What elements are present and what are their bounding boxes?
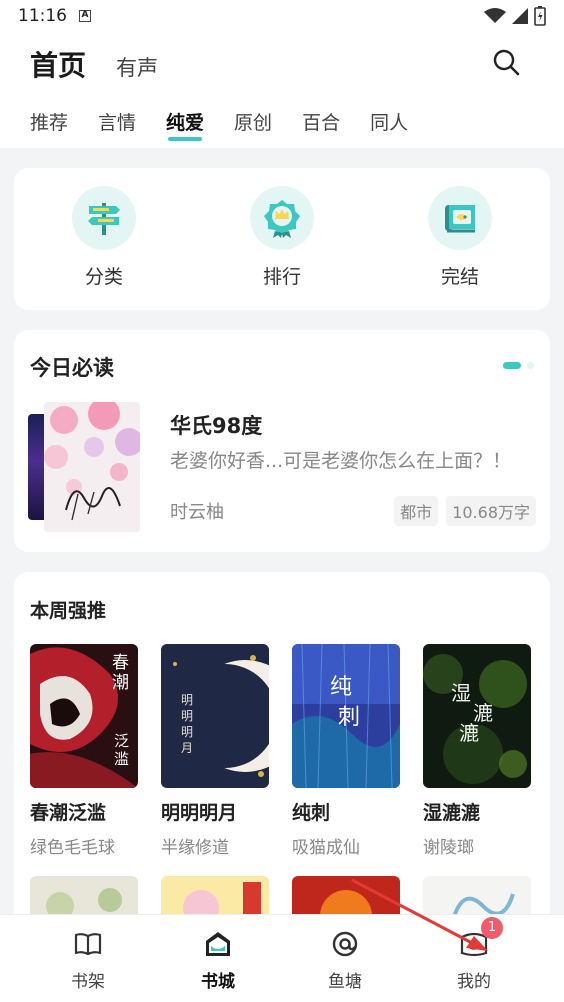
notification-badge: 1	[481, 917, 503, 939]
book-item[interactable]: 春 潮 泛 滥 春潮泛滥 绿色毛毛球	[30, 644, 138, 858]
book-open-icon	[74, 933, 102, 956]
daily-book-description: 老婆你好香...可是老婆你怎么在上面？！	[170, 450, 512, 472]
svg-text:纯: 纯	[330, 675, 352, 700]
book-item[interactable]: 明 明 明 月 明明明月 半缘修道	[161, 644, 269, 858]
nav-bookshelf-label: 书架	[71, 972, 105, 992]
book-item[interactable]: 纯 刺 纯刺 吸猫成仙	[292, 644, 400, 858]
daily-book-title[interactable]: 华氏98度	[170, 410, 262, 440]
bottom-navigation: 书架 书城 鱼塘 我的 1	[0, 914, 564, 1002]
nav-profile[interactable]: 我的 1	[429, 917, 519, 992]
svg-text:滥: 滥	[114, 750, 129, 768]
nav-bookshelf[interactable]: 书架	[43, 929, 133, 992]
weekly-recommend-card: 本周强推 春 潮 泛 滥 春潮泛滥 绿色毛毛球 明 明 明 月 明明明月 半缘修…	[14, 572, 550, 932]
book-author: 绿色毛毛球	[30, 838, 115, 858]
book-title: 纯刺	[292, 802, 331, 824]
book-title: 湿漉漉	[423, 802, 481, 824]
daily-section-title: 今日必读	[30, 356, 114, 380]
signal-icon	[512, 8, 528, 24]
book-author: 半缘修道	[161, 838, 229, 858]
main-tabs: 首页 有声	[30, 44, 158, 84]
word-count-tag: 10.68万字	[446, 496, 536, 526]
book-cover-image	[44, 402, 140, 532]
subtab-girls-love[interactable]: 百合	[302, 108, 340, 143]
ranking-entry[interactable]: 排行	[222, 186, 342, 289]
genre-tag: 都市	[394, 496, 439, 526]
svg-text:漉: 漉	[459, 721, 479, 745]
completed-label: 完结	[440, 266, 479, 288]
tab-home[interactable]: 首页	[30, 44, 86, 84]
svg-text:刺: 刺	[338, 705, 360, 730]
book-title: 明明明月	[161, 802, 238, 824]
book-cover-stack[interactable]	[28, 402, 140, 532]
subtab-recommend[interactable]: 推荐	[30, 108, 68, 143]
daily-book-tags: 都市 10.68万字	[394, 496, 536, 526]
category-tabs: 推荐 言情 纯爱 原创 百合 同人	[30, 108, 408, 143]
completed-icon-circle	[428, 186, 492, 250]
svg-text:明: 明	[181, 725, 193, 739]
wifi-icon	[484, 8, 506, 23]
category-entry[interactable]: 分类	[44, 186, 164, 289]
search-icon[interactable]	[492, 48, 520, 76]
subtab-fanfic[interactable]: 同人	[370, 108, 408, 143]
book-cover-image: 明 明 明 月	[161, 644, 269, 788]
book-item[interactable]: 湿 漉 漉 湿漉漉 谢陵瑯	[423, 644, 531, 858]
medal-icon	[264, 200, 300, 238]
nav-store[interactable]: 书城	[173, 929, 263, 992]
completed-entry[interactable]: 完结	[400, 186, 520, 289]
svg-text:泛: 泛	[114, 732, 129, 750]
tab-audio[interactable]: 有声	[116, 52, 158, 82]
status-icons	[484, 6, 546, 26]
daily-pick-card: 今日必读 华氏98度 老婆你好香...可是老婆你怎么在上面？！ 时云柚 都市 1…	[14, 330, 550, 552]
indicator-dot	[527, 362, 534, 369]
carousel-indicator	[503, 362, 534, 369]
at-icon	[332, 931, 358, 957]
quick-entry-card: 分类 排行 完结	[14, 168, 550, 310]
nav-store-label: 书城	[201, 972, 235, 992]
top-header: 首页 有声 推荐 言情 纯爱 原创 百合 同人	[0, 32, 564, 148]
svg-text:春: 春	[112, 653, 129, 673]
category-label: 分类	[84, 266, 123, 288]
subtab-original[interactable]: 原创	[234, 108, 272, 143]
category-icon-circle	[72, 186, 136, 250]
book-author: 谢陵瑯	[423, 838, 474, 858]
battery-icon	[534, 6, 546, 26]
svg-text:湿: 湿	[451, 681, 471, 705]
ranking-icon-circle	[250, 186, 314, 250]
book-cover-image: 湿 漉 漉	[423, 644, 531, 788]
ranking-label: 排行	[262, 266, 301, 288]
subtab-romance[interactable]: 言情	[98, 108, 136, 143]
nav-profile-label: 我的	[457, 972, 491, 992]
scroll-icon	[445, 205, 475, 233]
signpost-icon	[88, 203, 120, 235]
svg-text:潮: 潮	[112, 673, 129, 693]
svg-text:明: 明	[181, 693, 193, 707]
book-cover-image: 纯 刺	[292, 644, 400, 788]
book-title: 春潮泛滥	[30, 802, 107, 824]
book-cover-image: 春 潮 泛 滥	[30, 644, 138, 788]
status-bar: 11:16 A	[0, 0, 564, 32]
status-time: 11:16	[18, 6, 67, 26]
book-author: 吸猫成仙	[292, 838, 360, 858]
weekly-section-title: 本周强推	[30, 600, 107, 622]
daily-book-author: 时云柚	[170, 502, 224, 523]
nav-pond[interactable]: 鱼塘	[300, 929, 390, 992]
subtab-boys-love[interactable]: 纯爱	[166, 108, 204, 143]
svg-text:月: 月	[181, 741, 193, 755]
store-icon	[206, 932, 230, 956]
indicator-active-dot	[503, 362, 521, 369]
nav-pond-label: 鱼塘	[328, 972, 362, 992]
notification-a-icon: A	[79, 10, 91, 22]
svg-text:明: 明	[181, 709, 193, 723]
